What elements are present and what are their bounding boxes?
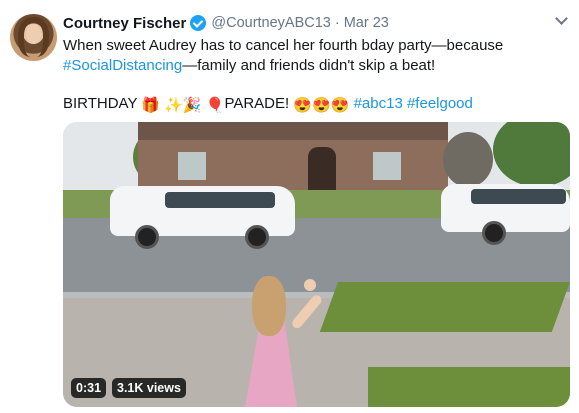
- hashtag-feelgood[interactable]: #feelgood: [407, 95, 473, 112]
- house-roof: [138, 122, 448, 140]
- tweet-text-segment: —family and friends didn't skip a beat!: [182, 57, 436, 74]
- tweet-text-line-1: When sweet Audrey has to cancel her four…: [63, 36, 503, 56]
- tweet-date[interactable]: Mar 23: [344, 15, 389, 31]
- car-window: [165, 192, 275, 208]
- party-popper-emoji: 🎉: [182, 97, 202, 114]
- video-white-suv-right: [441, 184, 570, 232]
- video-views-badge: 3.1K views: [112, 378, 186, 398]
- car-window: [471, 189, 566, 204]
- tweet-text-segment: When sweet Audrey has to cancel her four…: [63, 37, 504, 54]
- sparkles-emoji: ✨: [164, 97, 183, 114]
- meta-separator: ·: [334, 15, 340, 31]
- birthday-word: BIRTHDAY: [63, 95, 138, 112]
- gift-emoji: 🎁: [141, 97, 161, 114]
- avatar-face: [26, 24, 41, 44]
- author-handle[interactable]: @CourtneyABC13: [211, 15, 331, 31]
- house-window: [373, 152, 401, 180]
- video-near-lawn: [319, 282, 570, 332]
- chevron-down-icon[interactable]: [556, 14, 566, 24]
- car-wheel: [245, 225, 269, 249]
- hashtag-social-distancing[interactable]: #SocialDistancing: [63, 57, 182, 74]
- car-wheel: [135, 225, 159, 249]
- tweet-text-line-3: BIRTHDAY 🎁 ✨🎉 🎈PARADE! 😍😍😍 #abc13 #feelg…: [63, 94, 473, 116]
- verified-badge-icon: [190, 15, 207, 31]
- video-duration-badge: 0:31: [71, 378, 107, 398]
- video-player[interactable]: 0:31 3.1K views: [63, 122, 570, 407]
- tweet-header: Courtney Fischer @CourtneyABC13 · Mar 23: [63, 13, 389, 33]
- balloon-emoji: 🎈: [205, 97, 225, 114]
- hashtag-abc13[interactable]: #abc13: [354, 95, 403, 112]
- house-window: [178, 152, 206, 180]
- video-tree: [443, 132, 493, 187]
- video-girl-hand: [304, 279, 316, 291]
- tweet-text-line-2: #SocialDistancing—family and friends did…: [63, 56, 435, 76]
- car-wheel: [482, 221, 506, 245]
- author-avatar[interactable]: [10, 14, 57, 61]
- author-name[interactable]: Courtney Fischer: [63, 15, 186, 32]
- parade-word: PARADE!: [224, 95, 290, 112]
- video-girl-hair: [252, 276, 286, 336]
- heart-eyes-emoji: 😍😍😍: [293, 97, 350, 114]
- video-near-lawn: [368, 367, 570, 407]
